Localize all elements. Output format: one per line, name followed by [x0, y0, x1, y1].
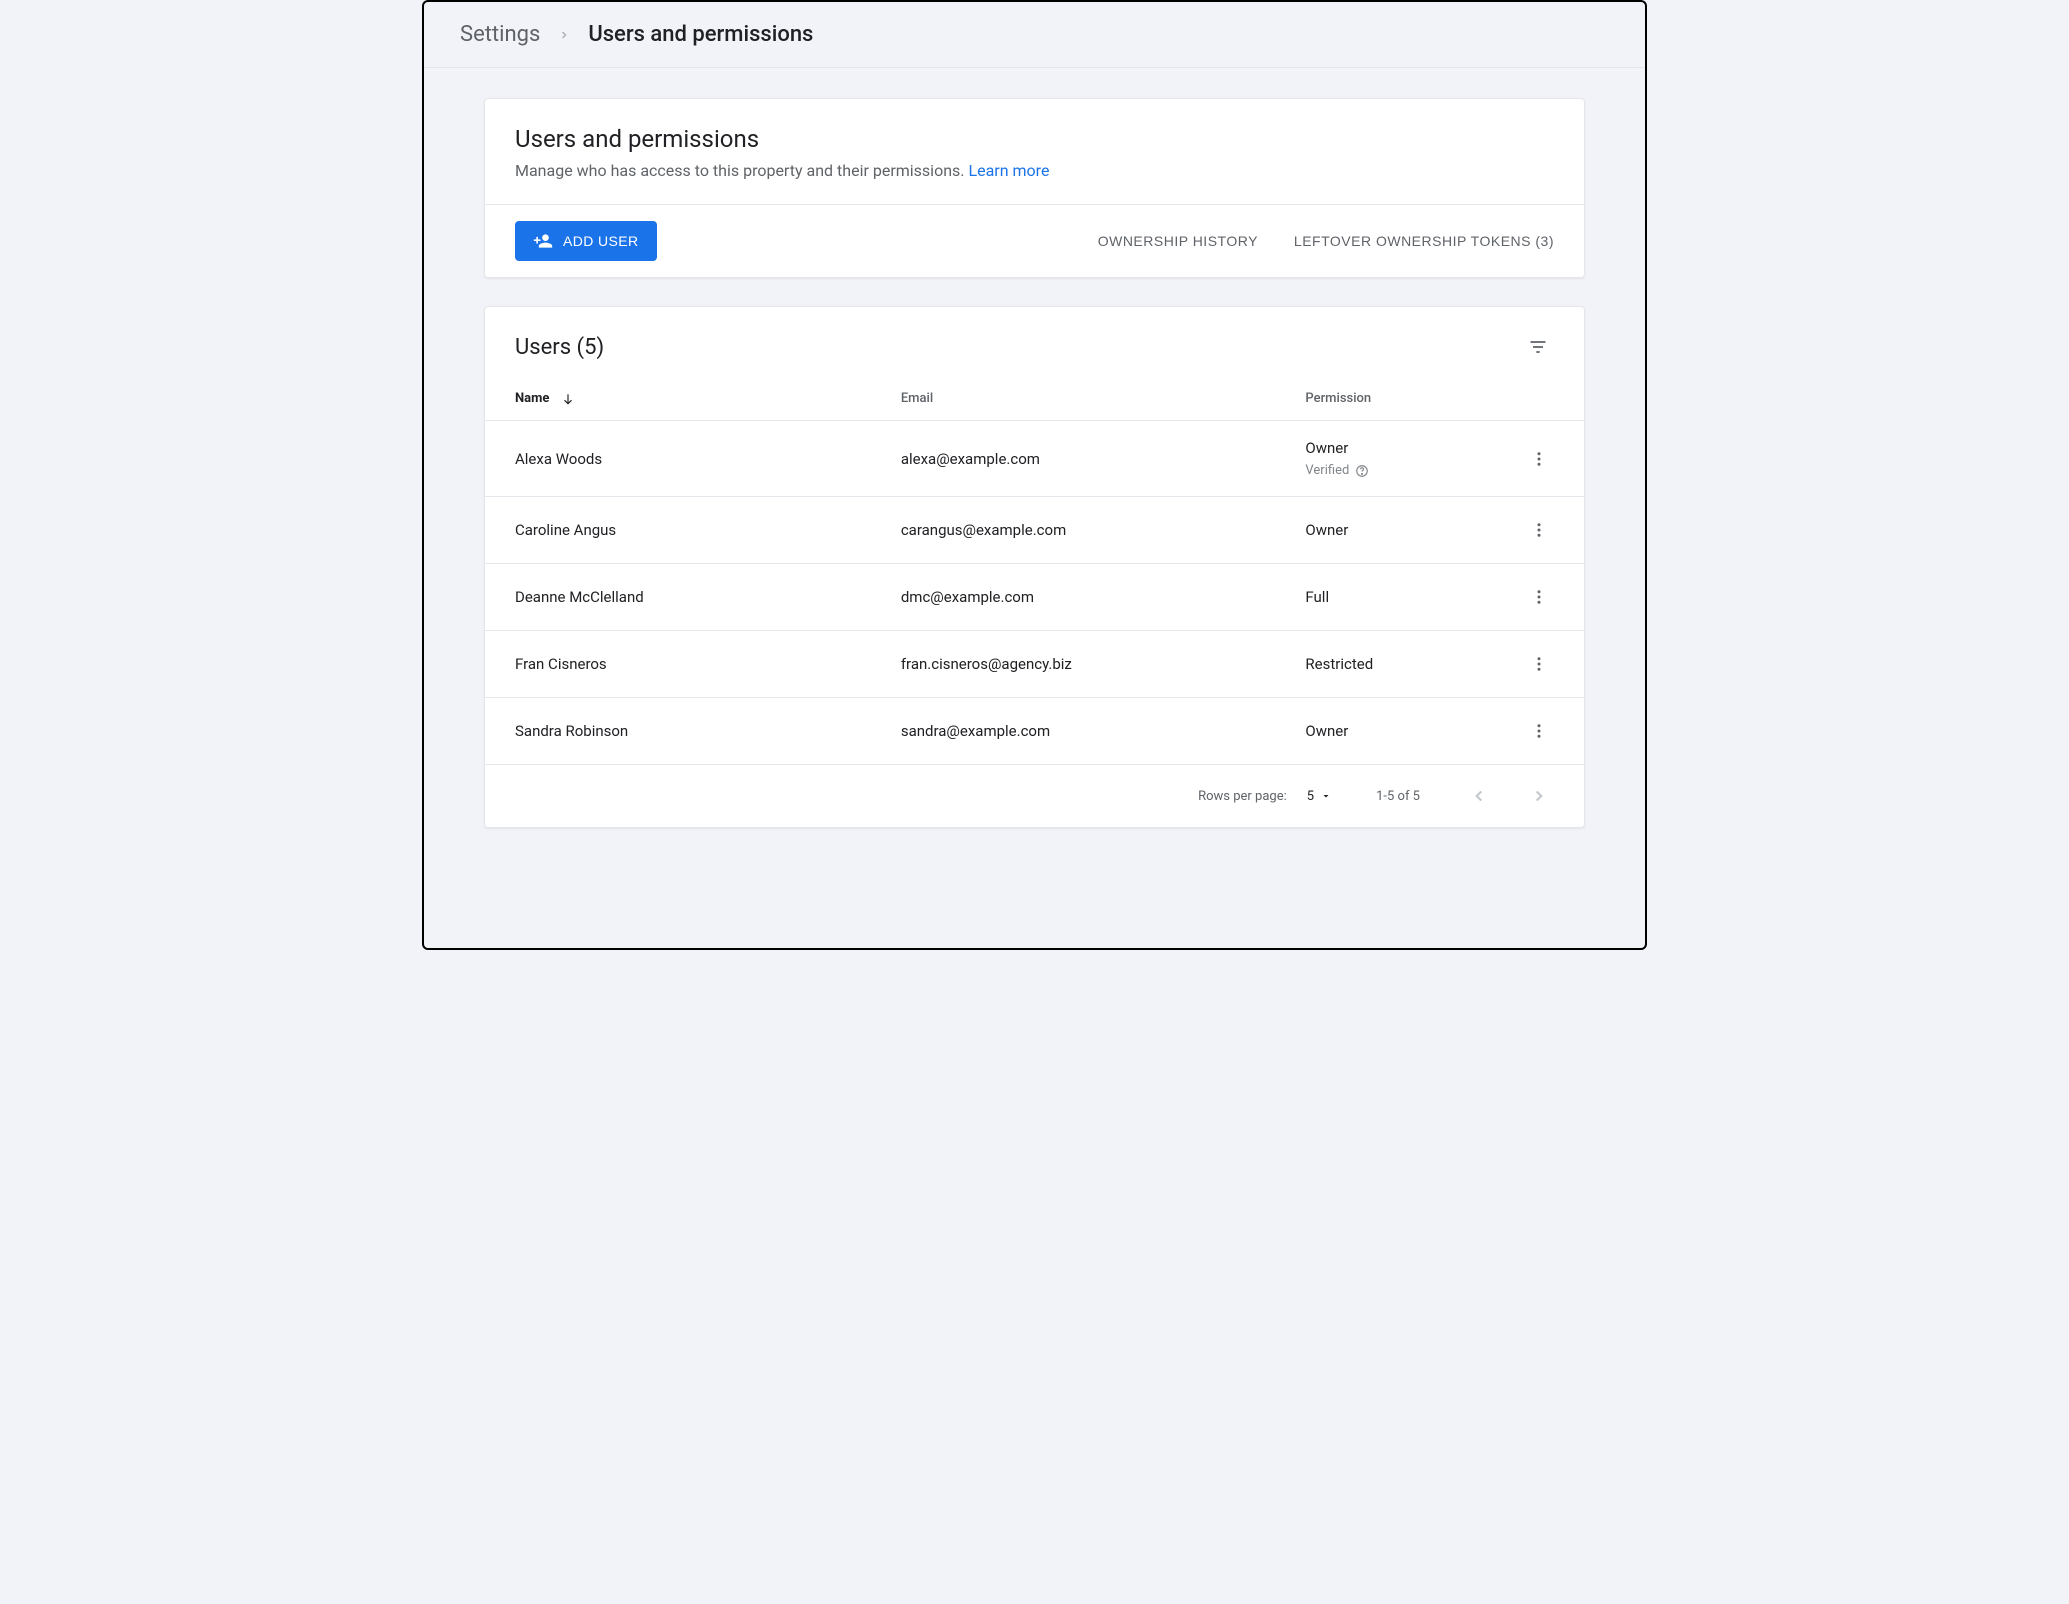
row-actions-button[interactable]	[1524, 515, 1554, 545]
user-name: Fran Cisneros	[485, 631, 889, 698]
leftover-tokens-button[interactable]: LEFTOVER OWNERSHIP TOKENS (3)	[1294, 233, 1554, 249]
user-email: carangus@example.com	[889, 497, 1294, 564]
user-email: alexa@example.com	[889, 421, 1294, 497]
table-row: Sandra Robinsonsandra@example.com Owner	[485, 698, 1584, 765]
verified-badge: Verified	[1305, 463, 1500, 478]
filter-icon	[1528, 337, 1548, 357]
arrow-drop-down-icon	[1320, 790, 1332, 802]
breadcrumb-root[interactable]: Settings	[460, 22, 540, 47]
user-permission: Owner	[1293, 698, 1512, 765]
verified-label: Verified	[1305, 463, 1349, 478]
user-permission-value: Full	[1305, 588, 1500, 606]
prev-page-button[interactable]	[1464, 781, 1494, 811]
table-row: Caroline Anguscarangus@example.com Owner	[485, 497, 1584, 564]
more-vert-icon	[1530, 588, 1548, 606]
table-row: Fran Cisnerosfran.cisneros@agency.biz Res…	[485, 631, 1584, 698]
add-user-button[interactable]: ADD USER	[515, 221, 657, 261]
filter-button[interactable]	[1522, 331, 1554, 363]
user-email: dmc@example.com	[889, 564, 1294, 631]
user-permission-value: Owner	[1305, 439, 1500, 457]
add-user-label: ADD USER	[563, 233, 639, 249]
row-actions-button[interactable]	[1524, 649, 1554, 679]
user-name: Deanne McClelland	[485, 564, 889, 631]
column-header-name[interactable]: Name	[485, 373, 889, 421]
breadcrumb: Settings Users and permissions	[424, 2, 1645, 68]
more-vert-icon	[1530, 722, 1548, 740]
rows-per-page-label: Rows per page:	[1198, 789, 1287, 804]
column-header-permission[interactable]: Permission	[1293, 373, 1512, 421]
rows-per-page-select[interactable]: 5	[1307, 789, 1332, 804]
table-row: Alexa Woodsalexa@example.com Owner Verifie…	[485, 421, 1584, 497]
pagination: Rows per page: 5 1-5 of 5	[485, 765, 1584, 827]
table-row: Deanne McClellanddmc@example.com Full	[485, 564, 1584, 631]
user-permission-value: Owner	[1305, 722, 1500, 740]
user-name: Caroline Angus	[485, 497, 889, 564]
chevron-left-icon	[1470, 787, 1488, 805]
user-permission-value: Restricted	[1305, 655, 1500, 673]
help-icon[interactable]	[1355, 464, 1369, 478]
user-permission: Full	[1293, 564, 1512, 631]
header-card: Users and permissions Manage who has acc…	[484, 98, 1585, 278]
next-page-button[interactable]	[1524, 781, 1554, 811]
column-header-email[interactable]: Email	[889, 373, 1294, 421]
row-actions-button[interactable]	[1524, 444, 1554, 474]
user-permission: Owner Verified	[1293, 421, 1512, 497]
user-permission: Restricted	[1293, 631, 1512, 698]
users-title: Users (5)	[515, 335, 604, 360]
arrow-down-icon	[561, 392, 575, 406]
person-add-icon	[533, 231, 553, 251]
page-description: Manage who has access to this property a…	[515, 161, 1554, 180]
breadcrumb-current: Users and permissions	[588, 22, 813, 47]
row-actions-button[interactable]	[1524, 582, 1554, 612]
users-card: Users (5) Name	[484, 306, 1585, 828]
chevron-right-icon	[558, 29, 570, 41]
row-actions-button[interactable]	[1524, 716, 1554, 746]
more-vert-icon	[1530, 450, 1548, 468]
user-email: sandra@example.com	[889, 698, 1294, 765]
chevron-right-icon	[1530, 787, 1548, 805]
ownership-history-button[interactable]: OWNERSHIP HISTORY	[1098, 233, 1258, 249]
user-name: Alexa Woods	[485, 421, 889, 497]
more-vert-icon	[1530, 655, 1548, 673]
pagination-range: 1-5 of 5	[1376, 789, 1420, 804]
learn-more-link[interactable]: Learn more	[968, 161, 1049, 180]
page-description-text: Manage who has access to this property a…	[515, 161, 965, 180]
column-header-name-label: Name	[515, 391, 549, 406]
user-name: Sandra Robinson	[485, 698, 889, 765]
rows-per-page-value: 5	[1307, 789, 1314, 804]
user-permission: Owner	[1293, 497, 1512, 564]
page-title: Users and permissions	[515, 125, 1554, 153]
user-permission-value: Owner	[1305, 521, 1500, 539]
user-email: fran.cisneros@agency.biz	[889, 631, 1294, 698]
users-table: Name Email Permission Alexa Woodsalexa@e…	[485, 373, 1584, 765]
more-vert-icon	[1530, 521, 1548, 539]
